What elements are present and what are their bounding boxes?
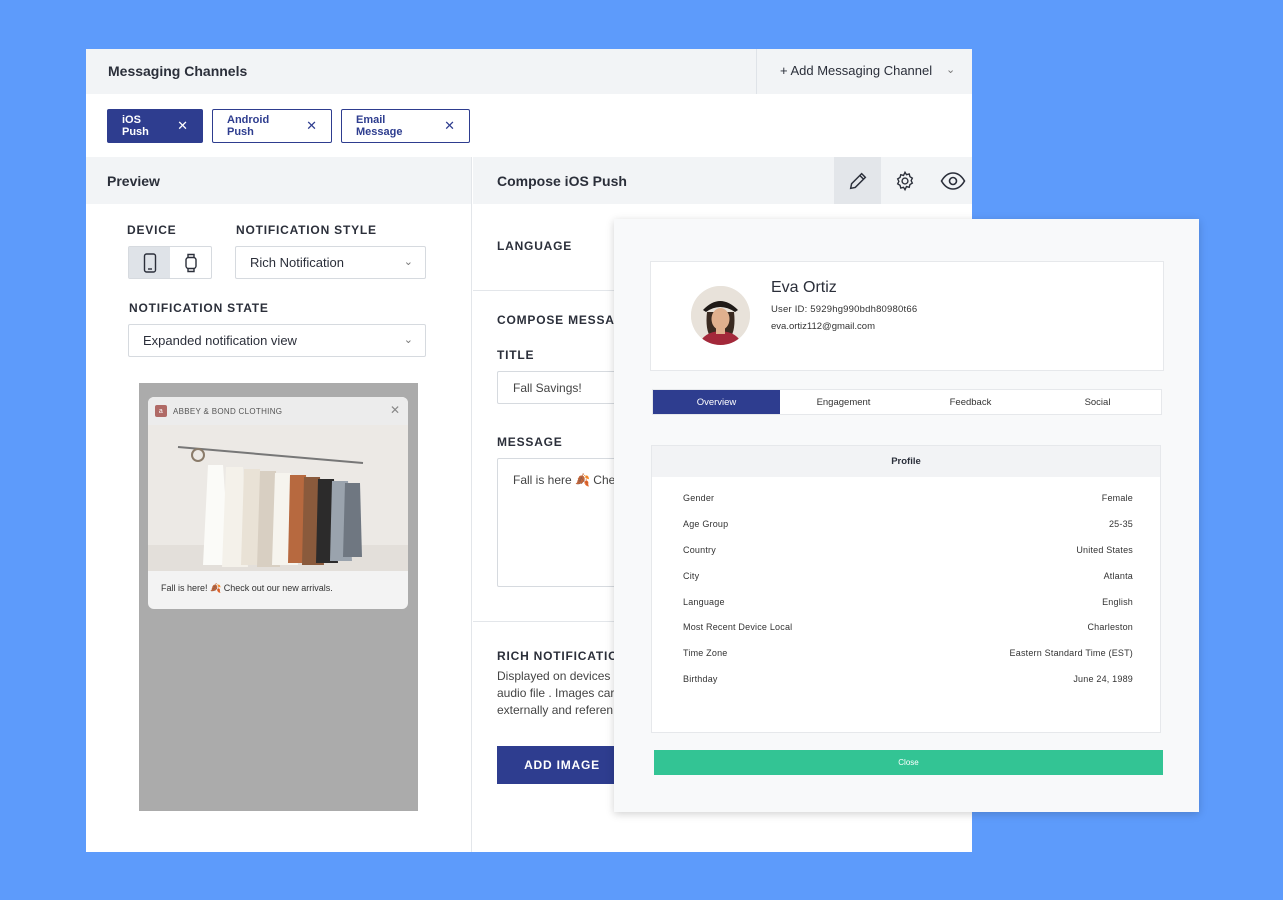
- profile-row-value: Eastern Standard Time (EST): [1009, 648, 1133, 658]
- profile-row-value: Atlanta: [1103, 571, 1133, 581]
- chevron-down-icon: ⌄: [403, 256, 413, 268]
- channel-chip-ios[interactable]: iOS Push ✕: [107, 109, 203, 143]
- profile-row-key: Country: [683, 545, 716, 555]
- rich-notification-label: RICH NOTIFICATIO: [497, 649, 619, 663]
- close-icon[interactable]: ✕: [306, 118, 317, 134]
- watch-device-option[interactable]: [170, 247, 211, 278]
- page-title: Messaging Channels: [108, 63, 248, 79]
- profile-row-key: City: [683, 571, 700, 581]
- profile-row: Birthday June 24, 1989: [683, 674, 1133, 688]
- notification-card: a ABBEY & BOND CLOTHING ✕ Fall is here! …: [148, 397, 408, 609]
- message-label: MESSAGE: [497, 435, 563, 449]
- profile-row-value: English: [1102, 597, 1133, 607]
- profile-row-key: Birthday: [683, 674, 718, 684]
- profile-row-value: 25-35: [1108, 519, 1133, 529]
- eye-icon: [940, 171, 965, 190]
- tab-engagement[interactable]: Engagement: [780, 390, 907, 414]
- header-divider: [756, 49, 757, 94]
- notification-style-label: NOTIFICATION STYLE: [236, 223, 377, 237]
- user-profile-modal: Eva Ortiz User ID: 5929hg990bdh80980t66 …: [614, 219, 1199, 812]
- notification-header: a ABBEY & BOND CLOTHING: [148, 397, 408, 425]
- channel-chip-label: Android Push: [227, 114, 270, 138]
- language-label: LANGUAGE: [497, 239, 573, 253]
- notification-state-value: Expanded notification view: [143, 333, 297, 348]
- brand-name: ABBEY & BOND CLOTHING: [173, 406, 283, 416]
- profile-email: eva.ortiz112@gmail.com: [771, 321, 875, 332]
- profile-row: Country United States: [683, 545, 1133, 559]
- profile-row-value: Charleston: [1087, 622, 1133, 632]
- profile-name: Eva Ortiz: [771, 279, 837, 296]
- profile-row: Language English: [683, 597, 1133, 611]
- notification-style-select[interactable]: Rich Notification ⌄: [235, 246, 426, 279]
- tab-overview[interactable]: Overview: [653, 390, 780, 414]
- tab-feedback[interactable]: Feedback: [907, 390, 1034, 414]
- pencil-icon: [849, 172, 866, 189]
- notification-state-select[interactable]: Expanded notification view ⌄: [128, 324, 426, 357]
- chevron-down-icon: ⌄: [403, 334, 413, 346]
- channel-chip-email[interactable]: Email Message ✕: [341, 109, 470, 143]
- title-label: TITLE: [497, 348, 535, 362]
- profile-row: Age Group 25-35: [683, 519, 1133, 533]
- profile-details: Profile Gender Female Age Group 25-35 Co…: [651, 445, 1161, 733]
- profile-row: Time Zone Eastern Standard Time (EST): [683, 648, 1133, 662]
- add-image-button[interactable]: ADD IMAGE: [497, 746, 627, 784]
- profile-row: City Atlanta: [683, 571, 1133, 585]
- profile-row-key: Language: [683, 597, 725, 607]
- settings-tool-button[interactable]: [881, 157, 928, 204]
- profile-row-value: United States: [1076, 545, 1133, 555]
- compose-message-label: COMPOSE MESSAG: [497, 313, 625, 327]
- close-icon[interactable]: ✕: [444, 118, 455, 134]
- profile-row-key: Gender: [683, 493, 715, 503]
- profile-row-key: Time Zone: [683, 648, 728, 658]
- preview-header: Preview: [86, 157, 472, 204]
- avatar: [691, 286, 750, 345]
- add-channel-button[interactable]: + Add Messaging Channel: [780, 63, 932, 78]
- gear-icon: [896, 170, 913, 191]
- phone-preview: a ABBEY & BOND CLOTHING ✕ Fall is here! …: [139, 383, 418, 811]
- profile-row-key: Most Recent Device Local: [683, 622, 793, 632]
- profile-row: Most Recent Device Local Charleston: [683, 622, 1133, 636]
- profile-card: Eva Ortiz User ID: 5929hg990bdh80980t66 …: [650, 261, 1164, 371]
- close-icon[interactable]: ✕: [177, 118, 188, 134]
- preview-tool-button[interactable]: [929, 157, 976, 204]
- channel-chip-label: Email Message: [356, 114, 403, 138]
- panel-divider: [471, 157, 472, 852]
- phone-device-option[interactable]: [129, 247, 170, 278]
- device-toggle: [128, 246, 212, 279]
- close-icon[interactable]: ✕: [390, 403, 400, 417]
- edit-tool-button[interactable]: [834, 157, 881, 204]
- profile-row: Gender Female: [683, 493, 1133, 507]
- tab-social[interactable]: Social: [1034, 390, 1161, 414]
- watch-icon: [184, 253, 197, 272]
- phone-icon: [143, 252, 156, 273]
- profile-user-id: User ID: 5929hg990bdh80980t66: [771, 304, 918, 315]
- profile-row-value: Female: [1101, 493, 1133, 503]
- brand-logo: a: [155, 405, 167, 417]
- chevron-down-icon[interactable]: ⌄: [946, 63, 955, 76]
- notification-state-label: NOTIFICATION STATE: [129, 301, 269, 315]
- compose-title: Compose iOS Push: [497, 173, 627, 189]
- clothing-rack-image: [148, 425, 408, 571]
- notification-style-value: Rich Notification: [250, 255, 344, 270]
- close-button[interactable]: Close: [654, 750, 1163, 775]
- messaging-header: Messaging Channels + Add Messaging Chann…: [86, 49, 972, 94]
- preview-title: Preview: [107, 173, 160, 189]
- profile-row-key: Age Group: [683, 519, 729, 529]
- notification-text: Fall is here! 🍂 Check out our new arriva…: [161, 583, 333, 593]
- channel-chip-label: iOS Push: [122, 114, 149, 138]
- profile-row-value: June 24, 1989: [1073, 674, 1133, 684]
- profile-tabs: Overview Engagement Feedback Social: [652, 389, 1162, 415]
- channel-chip-android[interactable]: Android Push ✕: [212, 109, 332, 143]
- device-label: DEVICE: [127, 223, 177, 237]
- profile-section-title: Profile: [652, 446, 1160, 477]
